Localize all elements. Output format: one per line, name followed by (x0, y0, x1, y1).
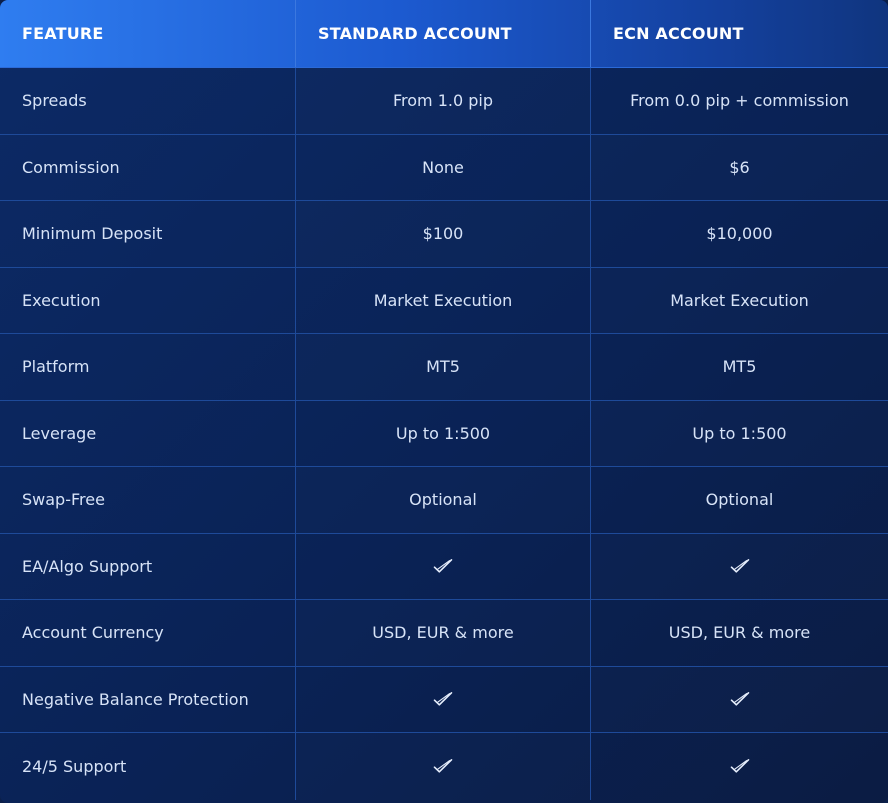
table-row: Negative Balance Protection (0, 666, 888, 733)
table-row: Account Currency USD, EUR & more USD, EU… (0, 600, 888, 667)
account-comparison-table: FEATURE STANDARD ACCOUNT ECN ACCOUNT Spr… (0, 0, 888, 803)
standard-value: From 1.0 pip (296, 68, 591, 134)
table-row: 24/5 Support (0, 733, 888, 800)
ecn-value (591, 534, 888, 600)
row-feature-label: Spreads (0, 68, 296, 134)
header-standard-account: STANDARD ACCOUNT (296, 0, 591, 67)
standard-value: None (296, 134, 591, 200)
table-row: Leverage Up to 1:500 Up to 1:500 (0, 400, 888, 467)
table-header-row: FEATURE STANDARD ACCOUNT ECN ACCOUNT (0, 0, 888, 68)
standard-value: Market Execution (296, 267, 591, 333)
ecn-value: Optional (705, 490, 774, 510)
table-row: Commission None $6 (0, 134, 888, 201)
table-row: EA/Algo Support (0, 533, 888, 600)
check-icon (433, 691, 453, 707)
row-feature-label: Execution (0, 267, 296, 333)
row-feature-label: Swap-Free (0, 467, 296, 533)
table-row: Swap-Free Optional Optional (0, 467, 888, 534)
standard-value (296, 733, 591, 800)
ecn-value: MT5 (722, 357, 757, 377)
standard-value: Optional (296, 467, 591, 533)
check-icon (730, 758, 750, 774)
ecn-value (591, 733, 888, 800)
ecn-value: Up to 1:500 (692, 423, 787, 443)
table-row: Spreads From 1.0 pip From 0.0 pip + comm… (0, 68, 888, 135)
row-feature-label: Account Currency (0, 600, 296, 666)
row-feature-label: Leverage (0, 400, 296, 466)
row-feature-label: Minimum Deposit (0, 201, 296, 267)
standard-value: MT5 (296, 334, 591, 400)
standard-value (296, 533, 591, 599)
row-feature-label: Negative Balance Protection (0, 666, 296, 732)
header-ecn-account: ECN ACCOUNT (613, 24, 744, 43)
header-feature: FEATURE (0, 0, 296, 67)
ecn-value: USD, EUR & more (668, 623, 811, 643)
ecn-value: $6 (729, 157, 750, 177)
ecn-value: From 0.0 pip + commission (630, 91, 849, 111)
table-row: Minimum Deposit $100 $10,000 (0, 201, 888, 268)
row-feature-label: EA/Algo Support (0, 533, 296, 599)
standard-value: USD, EUR & more (296, 600, 591, 666)
row-feature-label: Commission (0, 134, 296, 200)
standard-value (296, 666, 591, 732)
check-icon (730, 558, 750, 574)
table-row: Execution Market Execution Market Execut… (0, 267, 888, 334)
ecn-value: $10,000 (706, 224, 773, 244)
standard-value: Up to 1:500 (296, 400, 591, 466)
row-feature-label: Platform (0, 334, 296, 400)
row-feature-label: 24/5 Support (0, 733, 296, 800)
ecn-value: Market Execution (670, 290, 809, 310)
ecn-value (591, 667, 888, 733)
check-icon (433, 758, 453, 774)
table-row: Platform MT5 MT5 (0, 334, 888, 401)
check-icon (730, 691, 750, 707)
standard-value: $100 (296, 201, 591, 267)
check-icon (433, 558, 453, 574)
